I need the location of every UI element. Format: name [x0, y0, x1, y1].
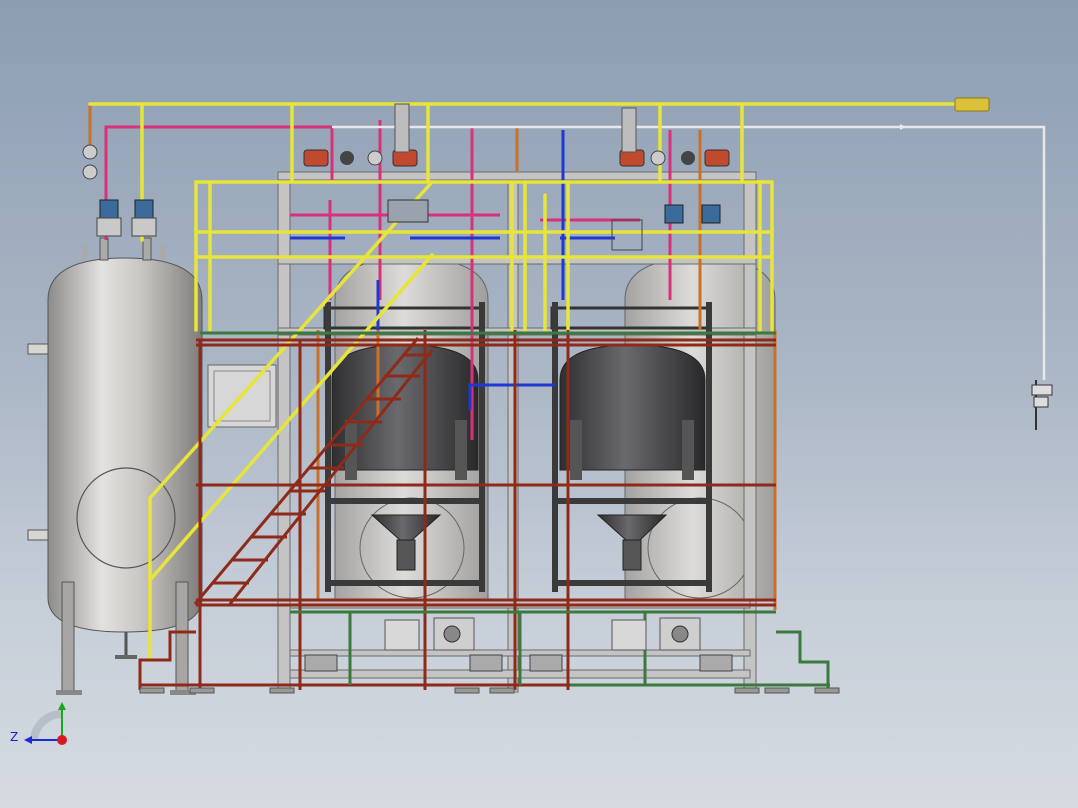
assembly-model: [27, 97, 1053, 695]
pump-skid-right[interactable]: [529, 617, 733, 672]
cad-viewport[interactable]: Z: [0, 0, 1078, 808]
z-axis-label: Z: [10, 730, 19, 744]
frame-feet: [139, 687, 840, 694]
side-instrument[interactable]: [1031, 380, 1053, 430]
coordinate-triad: Z: [10, 700, 80, 760]
origin-dot: [57, 735, 67, 745]
tank-inlet-valves[interactable]: [82, 144, 157, 237]
pump-skid-left[interactable]: [304, 617, 503, 672]
pipe-end-fitting: [954, 97, 990, 112]
triad-graphic: [24, 702, 67, 745]
